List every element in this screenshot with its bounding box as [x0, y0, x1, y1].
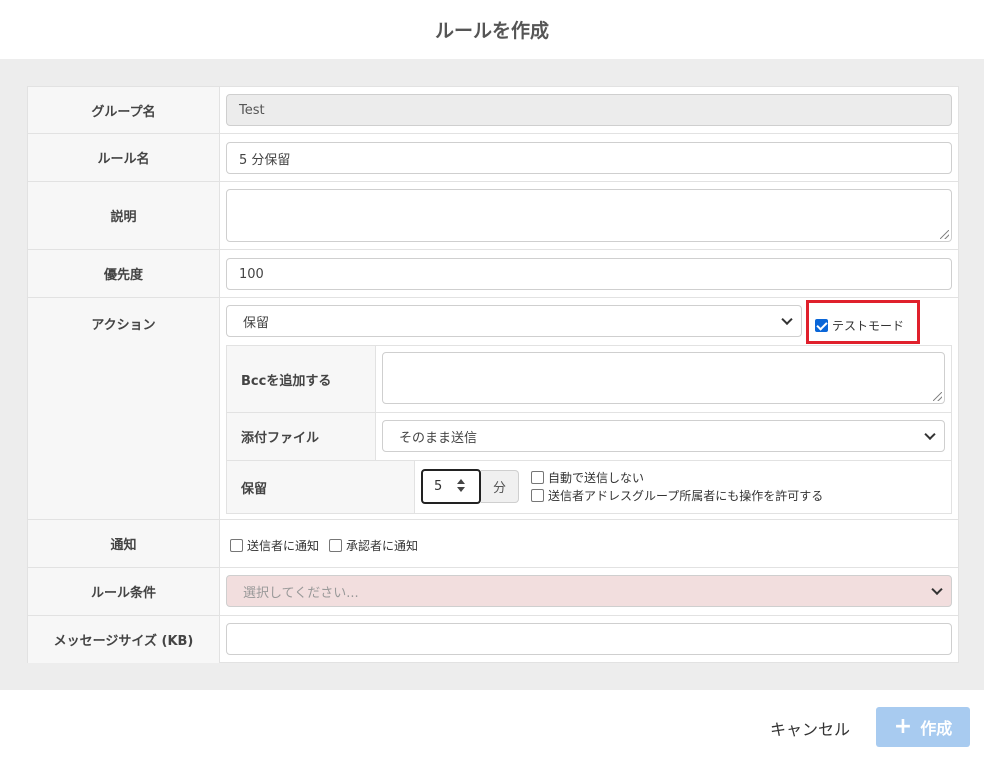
action-options-table: Bccを追加する 添付ファイル そのまま送信 保留 5 分 自動で送信しない 送… — [226, 345, 952, 514]
bcc-label: Bccを追加する — [227, 346, 376, 412]
attachment-select[interactable]: そのまま送信 — [382, 420, 945, 452]
notify-approver-label: 承認者に通知 — [346, 539, 419, 553]
no-auto-send-checkbox[interactable] — [531, 471, 544, 484]
rule-name-label: ルール名 — [28, 134, 220, 181]
chevron-down-icon — [924, 428, 936, 441]
attachment-label: 添付ファイル — [227, 413, 376, 460]
group-name-input: Test — [226, 94, 952, 126]
rule-condition-label: ルール条件 — [28, 568, 220, 615]
row-rule-name: ルール名 5 分保留 — [28, 134, 958, 182]
subrow-attachment: 添付ファイル そのまま送信 — [227, 413, 951, 461]
rule-condition-placeholder: 選択してください... — [243, 585, 359, 601]
row-notify: 通知 送信者に通知 承認者に通知 — [28, 520, 958, 568]
rule-name-input[interactable]: 5 分保留 — [226, 142, 952, 174]
notify-label: 通知 — [28, 520, 220, 567]
hold-unit-addon: 分 — [481, 470, 519, 503]
subrow-bcc: Bccを追加する — [227, 346, 951, 413]
chevron-down-icon — [781, 313, 793, 326]
row-priority: 優先度 100 — [28, 250, 958, 298]
allow-group-checkbox[interactable] — [531, 489, 544, 502]
no-auto-send-option[interactable]: 自動で送信しない — [531, 469, 644, 486]
test-mode-highlight-box — [806, 300, 920, 344]
subrow-hold: 保留 5 分 自動で送信しない 送信者アドレスグループ所属者にも操作を許可する — [227, 461, 951, 513]
description-label: 説明 — [28, 182, 220, 249]
allow-group-option[interactable]: 送信者アドレスグループ所属者にも操作を許可する — [531, 487, 823, 504]
action-select-value: 保留 — [243, 315, 270, 331]
action-select[interactable]: 保留 — [226, 305, 802, 337]
dialog-title: ルールを作成 — [434, 20, 549, 42]
row-description: 説明 — [28, 182, 958, 250]
notify-sender-option[interactable]: 送信者に通知 — [230, 537, 319, 554]
dialog-body: グループ名 Test ルール名 5 分保留 説明 優先度 100 アクション 保… — [0, 59, 984, 690]
description-textarea[interactable] — [226, 189, 952, 242]
dialog-header: ルールを作成 — [0, 0, 984, 59]
allow-group-label: 送信者アドレスグループ所属者にも操作を許可する — [548, 489, 824, 503]
priority-label: 優先度 — [28, 250, 220, 297]
notify-approver-checkbox[interactable] — [329, 539, 342, 552]
message-size-label: メッセージサイズ (KB) — [28, 616, 220, 663]
create-button-label: 作成 — [920, 719, 953, 738]
resize-handle-icon[interactable] — [933, 392, 942, 401]
hold-label: 保留 — [227, 461, 415, 513]
row-group-name: グループ名 Test — [28, 87, 958, 134]
priority-input[interactable]: 100 — [226, 258, 952, 290]
message-size-input[interactable] — [226, 623, 952, 655]
chevron-down-icon — [931, 583, 943, 596]
row-rule-condition: ルール条件 選択してください... — [28, 568, 958, 616]
rule-condition-select[interactable]: 選択してください... — [226, 575, 952, 607]
hold-minutes-value: 5 — [434, 479, 443, 494]
group-name-label: グループ名 — [28, 87, 220, 133]
rule-form: グループ名 Test ルール名 5 分保留 説明 優先度 100 アクション 保… — [27, 86, 959, 663]
attachment-select-value: そのまま送信 — [399, 430, 478, 446]
notify-approver-option[interactable]: 承認者に通知 — [329, 537, 418, 554]
bcc-textarea[interactable] — [382, 352, 945, 404]
spinner-arrows-icon[interactable] — [457, 479, 465, 493]
hold-minutes-input[interactable]: 5 — [421, 469, 481, 504]
dialog-footer: キャンセル + 作成 — [0, 690, 984, 763]
row-message-size: メッセージサイズ (KB) — [28, 616, 958, 663]
notify-sender-checkbox[interactable] — [230, 539, 243, 552]
cancel-button[interactable]: キャンセル — [770, 716, 850, 740]
create-button[interactable]: + 作成 — [876, 707, 970, 747]
plus-icon: + — [893, 714, 913, 739]
no-auto-send-label: 自動で送信しない — [548, 471, 645, 485]
notify-sender-label: 送信者に通知 — [247, 539, 320, 553]
resize-handle-icon[interactable] — [940, 230, 949, 239]
action-label: アクション — [28, 298, 220, 519]
